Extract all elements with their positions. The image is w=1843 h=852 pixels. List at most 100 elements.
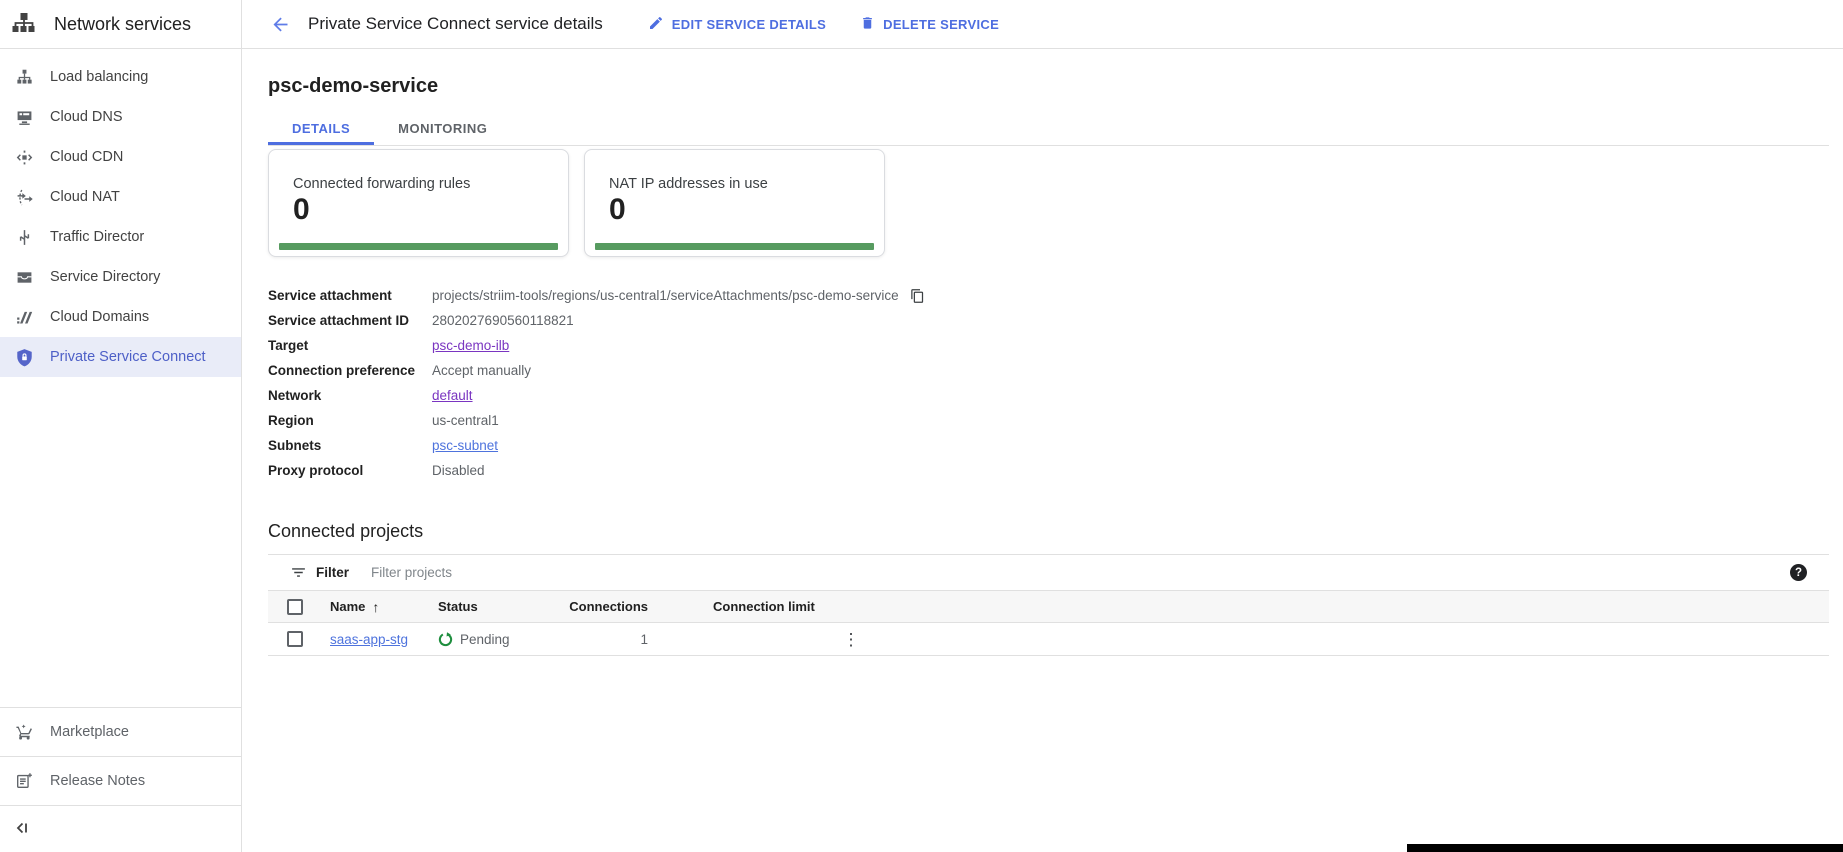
card-sparkline [279, 243, 558, 250]
detail-row: Target psc-demo-ilb [268, 333, 1829, 358]
detail-row: Network default [268, 383, 1829, 408]
sidebar-item-private-service-connect[interactable]: Private Service Connect [0, 337, 241, 377]
card-label: NAT IP addresses in use [609, 176, 860, 192]
column-header-status[interactable]: Status [438, 599, 558, 614]
row-kebab-menu-icon[interactable]: ⋮ [841, 631, 861, 648]
sidebar-nav: Load balancing Cloud DNS Cloud CDN Cloud… [0, 49, 241, 377]
cloud-domains-icon [14, 307, 34, 327]
sidebar-item-label: Release Notes [50, 773, 145, 789]
card-label: Connected forwarding rules [293, 176, 544, 192]
app-window: Network services Load balancing Cloud DN… [0, 0, 1843, 852]
sidebar-item-load-balancing[interactable]: Load balancing [0, 57, 241, 97]
page-title: Private Service Connect service details [308, 14, 603, 34]
collapse-sidebar-icon[interactable] [14, 820, 32, 838]
detail-row: Proxy protocol Disabled [268, 458, 1829, 483]
detail-row: Subnets psc-subnet [268, 433, 1829, 458]
summary-cards: Connected forwarding rules 0 NAT IP addr… [268, 149, 1829, 257]
pending-status-icon [438, 632, 453, 647]
detail-row: Service attachment projects/striim-tools… [268, 283, 1829, 308]
status-text: Pending [460, 632, 510, 647]
connected-projects-section: Filter ? Name ↑ Status Connections Conne… [268, 554, 1829, 656]
sidebar-item-cloud-dns[interactable]: Cloud DNS [0, 97, 241, 137]
shield-lock-icon [14, 347, 34, 367]
main-column: Private Service Connect service details … [242, 0, 1843, 852]
service-directory-icon [14, 267, 34, 287]
pencil-icon [648, 15, 664, 34]
back-arrow-icon[interactable] [268, 12, 292, 36]
sidebar-item-label: Private Service Connect [50, 349, 206, 365]
card-value: 0 [609, 193, 860, 227]
edit-button-label: EDIT SERVICE DETAILS [672, 17, 826, 32]
connected-projects-heading: Connected projects [268, 521, 1829, 542]
detail-row: Region us-central1 [268, 408, 1829, 433]
target-link[interactable]: psc-demo-ilb [432, 338, 509, 353]
filter-bar: Filter ? [268, 554, 1829, 590]
app-title: Network services [54, 14, 191, 35]
table-header-row: Name ↑ Status Connections Connection lim… [268, 590, 1829, 623]
detail-label: Subnets [268, 438, 432, 453]
tab-bar: DETAILS MONITORING [268, 111, 1829, 146]
app-bar: Private Service Connect service details … [242, 0, 1843, 49]
content-area: psc-demo-service DETAILS MONITORING Conn… [242, 49, 1843, 852]
black-overlay-bar [1407, 844, 1843, 852]
sidebar-item-traffic-director[interactable]: Traffic Director [0, 217, 241, 257]
detail-label: Network [268, 388, 432, 403]
detail-value: Accept manually [432, 363, 531, 378]
filter-icon [290, 564, 307, 581]
detail-value: us-central1 [432, 413, 499, 428]
filter-label: Filter [316, 565, 349, 580]
sidebar-item-cloud-cdn[interactable]: Cloud CDN [0, 137, 241, 177]
column-header-connections[interactable]: Connections [558, 599, 648, 614]
tab-details[interactable]: DETAILS [268, 111, 374, 145]
detail-value: 2802027690560118821 [432, 313, 574, 328]
detail-label: Service attachment [268, 288, 432, 303]
card-value: 0 [293, 193, 544, 227]
tab-monitoring[interactable]: MONITORING [374, 111, 511, 145]
sort-ascending-icon[interactable]: ↑ [372, 599, 379, 615]
trash-icon [860, 15, 875, 34]
column-header-name[interactable]: Name [330, 599, 365, 614]
sidebar-item-release-notes[interactable]: Release Notes [0, 756, 241, 805]
card-sparkline [595, 243, 874, 250]
detail-label: Target [268, 338, 432, 353]
select-all-checkbox[interactable] [287, 599, 303, 615]
network-link[interactable]: default [432, 388, 473, 403]
project-name-link[interactable]: saas-app-stg [330, 632, 408, 647]
detail-row: Connection preference Accept manually [268, 358, 1829, 383]
column-header-connection-limit[interactable]: Connection limit [713, 599, 833, 614]
help-icon[interactable]: ? [1790, 564, 1807, 581]
cloud-dns-icon [14, 107, 34, 127]
sidebar-item-cloud-domains[interactable]: Cloud Domains [0, 297, 241, 337]
copy-icon[interactable] [909, 287, 926, 304]
sidebar-item-label: Cloud CDN [50, 149, 123, 165]
delete-service-button[interactable]: DELETE SERVICE [860, 15, 999, 34]
detail-value: projects/striim-tools/regions/us-central… [432, 288, 899, 303]
sidebar: Network services Load balancing Cloud DN… [0, 0, 242, 852]
connected-forwarding-rules-card: Connected forwarding rules 0 [268, 149, 569, 257]
detail-label: Service attachment ID [268, 313, 432, 328]
sidebar-item-service-directory[interactable]: Service Directory [0, 257, 241, 297]
edit-service-details-button[interactable]: EDIT SERVICE DETAILS [648, 15, 826, 34]
sidebar-header: Network services [0, 0, 241, 49]
service-name-heading: psc-demo-service [268, 73, 1829, 99]
filter-projects-input[interactable] [371, 565, 1790, 580]
sidebar-collapse-row [0, 805, 241, 852]
cloud-cdn-icon [14, 147, 34, 167]
delete-button-label: DELETE SERVICE [883, 17, 999, 32]
sidebar-item-label: Cloud Domains [50, 309, 149, 325]
release-notes-icon [14, 771, 34, 791]
sidebar-item-cloud-nat[interactable]: Cloud NAT [0, 177, 241, 217]
sidebar-item-label: Load balancing [50, 69, 148, 85]
subnet-link[interactable]: psc-subnet [432, 438, 498, 453]
appbar-actions: EDIT SERVICE DETAILS DELETE SERVICE [648, 15, 999, 34]
detail-label: Connection preference [268, 363, 432, 378]
cloud-nat-icon [14, 187, 34, 207]
sidebar-footer: Marketplace Release Notes [0, 707, 241, 852]
cart-icon [14, 722, 34, 742]
sidebar-item-label: Cloud NAT [50, 189, 120, 205]
detail-value: Disabled [432, 463, 485, 478]
detail-label: Region [268, 413, 432, 428]
row-checkbox[interactable] [287, 631, 303, 647]
sidebar-item-marketplace[interactable]: Marketplace [0, 707, 241, 756]
service-details-list: Service attachment projects/striim-tools… [268, 283, 1829, 483]
